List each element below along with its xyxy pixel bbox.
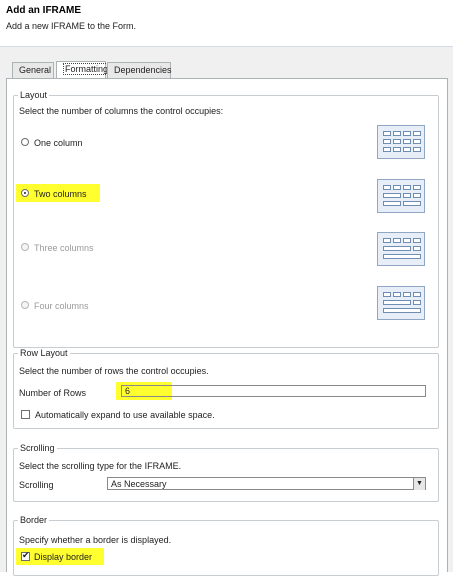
row-layout-group: Row Layout Select the number of rows the… <box>13 348 439 429</box>
tab-general-label: General <box>19 65 52 75</box>
dialog-subtitle: Add a new IFRAME to the Form. <box>6 21 137 31</box>
two-columns-radio[interactable] <box>21 189 29 197</box>
scrolling-description: Select the scrolling type for the IFRAME… <box>19 461 182 471</box>
row-layout-description: Select the number of rows the control oc… <box>19 366 209 376</box>
auto-expand-checkbox[interactable] <box>21 410 30 419</box>
layout-description: Select the number of columns the control… <box>19 106 224 116</box>
border-group: Border Specify whether a border is displ… <box>13 515 439 576</box>
tab-general[interactable]: General <box>12 62 54 78</box>
tab-formatting[interactable]: Formatting <box>56 61 111 79</box>
four-columns-icon <box>377 286 425 320</box>
dropdown-arrow-icon[interactable]: ▼ <box>413 478 425 490</box>
three-columns-label[interactable]: Three columns <box>34 243 94 253</box>
scrolling-label: Scrolling <box>19 480 54 490</box>
tab-dependencies[interactable]: Dependencies <box>107 62 172 78</box>
dialog-header: Add an IFRAME Add a new IFRAME to the Fo… <box>0 0 453 47</box>
three-columns-icon <box>377 232 425 266</box>
scrolling-group: Scrolling Select the scrolling type for … <box>13 443 439 502</box>
auto-expand-label[interactable]: Automatically expand to use available sp… <box>35 410 215 420</box>
formatting-tab-page: Layout Select the number of columns the … <box>6 78 448 576</box>
two-columns-icon <box>377 179 425 213</box>
border-legend: Border <box>18 515 50 525</box>
four-columns-label[interactable]: Four columns <box>34 301 89 311</box>
scrolling-select-value: As Necessary <box>111 479 167 489</box>
layout-legend: Layout <box>18 90 50 100</box>
layout-group: Layout Select the number of columns the … <box>13 90 439 348</box>
three-columns-radio[interactable] <box>21 243 29 251</box>
border-description: Specify whether a border is displayed. <box>19 535 172 545</box>
number-of-rows-input[interactable]: 6 <box>121 385 426 397</box>
scrolling-select[interactable]: As Necessary ▼ <box>107 477 426 490</box>
two-columns-label[interactable]: Two columns <box>34 189 87 199</box>
one-column-radio[interactable] <box>21 138 29 146</box>
number-of-rows-label: Number of Rows <box>19 388 87 398</box>
display-border-checkbox[interactable] <box>21 550 30 561</box>
row-layout-legend: Row Layout <box>18 348 70 358</box>
display-border-label[interactable]: Display border <box>34 552 92 562</box>
one-column-label[interactable]: One column <box>34 138 83 148</box>
one-column-icon <box>377 125 425 159</box>
scrolling-legend: Scrolling <box>18 443 57 453</box>
tab-dependencies-label: Dependencies <box>114 65 172 75</box>
dialog-title: Add an IFRAME <box>6 5 81 16</box>
tab-formatting-label: Formatting <box>63 63 111 75</box>
four-columns-radio[interactable] <box>21 301 29 309</box>
